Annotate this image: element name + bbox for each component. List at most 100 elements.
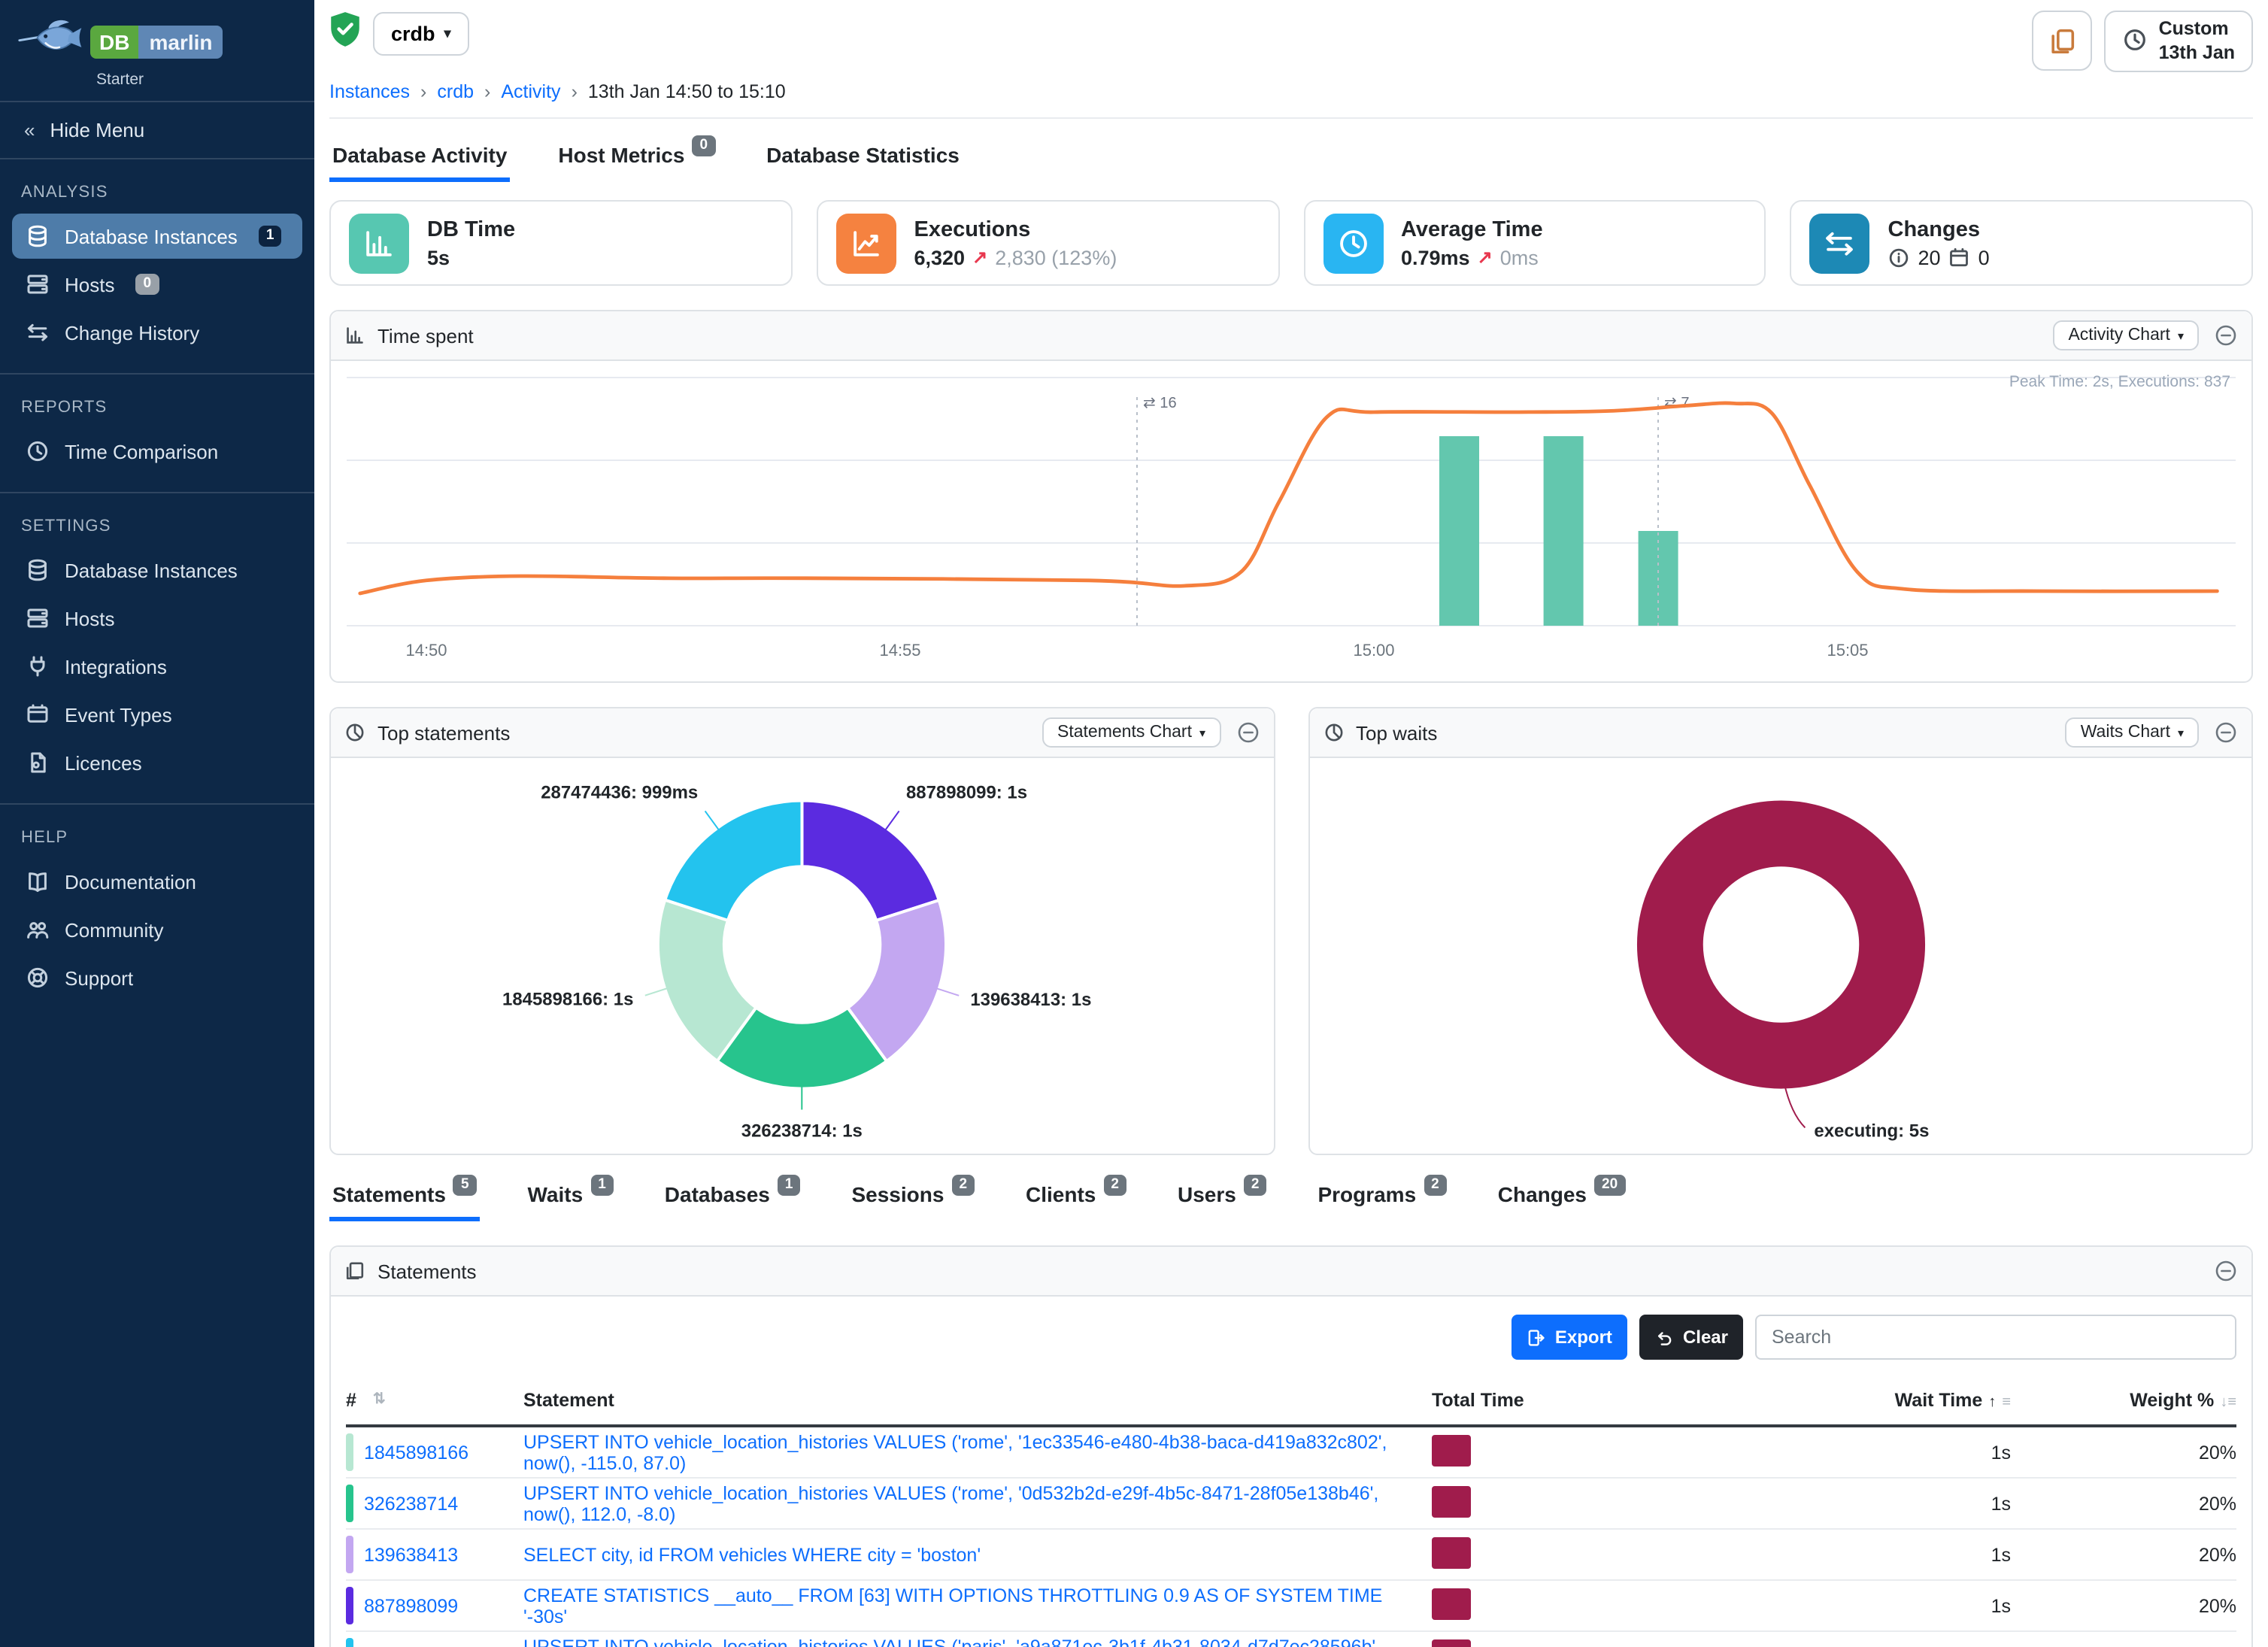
caret-down-icon: ▾ bbox=[2178, 329, 2184, 343]
statement-id-link[interactable]: 1845898166 bbox=[364, 1442, 468, 1463]
tab-database-activity[interactable]: Database Activity bbox=[329, 132, 510, 183]
statement-id-link[interactable]: 326238714 bbox=[364, 1494, 458, 1515]
trend-up-icon: ↗ bbox=[1478, 247, 1493, 268]
detail-tab-sessions[interactable]: Sessions2 bbox=[848, 1171, 978, 1222]
metric-title: Changes bbox=[1888, 218, 1990, 242]
weight-value: 20% bbox=[2011, 1596, 2236, 1617]
waits-chart-dropdown[interactable]: Waits Chart ▾ bbox=[2066, 718, 2199, 748]
collapse-icon[interactable] bbox=[2214, 324, 2238, 348]
statement-link[interactable]: UPSERT INTO vehicle_location_histories V… bbox=[523, 1483, 1378, 1525]
tab-label: Clients bbox=[1026, 1183, 1096, 1207]
collapse-icon[interactable] bbox=[1236, 721, 1260, 745]
sidebar-item-database-instances[interactable]: Database Instances1 bbox=[12, 214, 302, 259]
sidebar-section-settings: SETTINGSDatabase InstancesHostsIntegrati… bbox=[0, 492, 314, 803]
database-icon bbox=[26, 558, 50, 582]
metric-card-changes: Changes200 bbox=[1790, 201, 2254, 287]
sort-asc-icon[interactable]: ↑ bbox=[1988, 1394, 1996, 1411]
statement-link[interactable]: SELECT city, id FROM vehicles WHERE city… bbox=[523, 1545, 981, 1566]
pie-chart-icon bbox=[344, 723, 365, 744]
tab-database-statistics[interactable]: Database Statistics bbox=[763, 132, 963, 183]
executions-bar[interactable] bbox=[1439, 437, 1479, 626]
top-statements-donut[interactable]: 887898099: 1s139638413: 1s326238714: 1s1… bbox=[331, 759, 1273, 1154]
col-statement[interactable]: Statement bbox=[523, 1390, 1432, 1411]
time-spent-chart[interactable]: ⇄ 16⇄ 714:5014:5515:0015:05 bbox=[334, 371, 2248, 679]
sidebar-item-documentation[interactable]: Documentation bbox=[12, 859, 302, 904]
detail-tab-clients[interactable]: Clients2 bbox=[1023, 1171, 1129, 1222]
sidebar-section-help: HELPDocumentationCommunitySupport bbox=[0, 803, 314, 1018]
detail-tab-changes[interactable]: Changes20 bbox=[1495, 1171, 1628, 1222]
swap-icon bbox=[26, 320, 50, 344]
col-weight[interactable]: Weight % bbox=[2130, 1390, 2214, 1411]
wait-time-value: 1s bbox=[1657, 1545, 2011, 1566]
sidebar-item-integrations[interactable]: Integrations bbox=[12, 644, 302, 689]
chevrons-left-icon: « bbox=[24, 119, 35, 141]
collapse-icon[interactable] bbox=[2214, 1260, 2238, 1284]
executions-bar[interactable] bbox=[1544, 437, 1584, 626]
clear-button[interactable]: Clear bbox=[1639, 1315, 1743, 1360]
statement-color-chip bbox=[346, 1536, 353, 1574]
statement-link[interactable]: UPSERT INTO vehicle_location_histories V… bbox=[523, 1636, 1381, 1647]
statement-id-link[interactable]: 887898099 bbox=[364, 1596, 458, 1617]
detail-tab-databases[interactable]: Databases1 bbox=[662, 1171, 804, 1222]
instance-selector[interactable]: crdb ▾ bbox=[373, 11, 469, 55]
breadcrumb-item[interactable]: Activity bbox=[501, 82, 560, 103]
sidebar-item-event-types[interactable]: Event Types bbox=[12, 692, 302, 737]
sidebar-item-label: Integrations bbox=[65, 655, 167, 678]
sort-icon[interactable]: ⇅ bbox=[373, 1392, 386, 1409]
time-range-button[interactable]: Custom 13th Jan bbox=[2105, 11, 2253, 73]
breadcrumb-item[interactable]: crdb bbox=[437, 82, 474, 103]
donut-segment[interactable] bbox=[665, 801, 802, 921]
metric-card-executions: Executions6,320↗2,830 (123%) bbox=[817, 201, 1280, 287]
col-num[interactable]: # bbox=[346, 1390, 356, 1411]
sidebar-item-hosts[interactable]: Hosts bbox=[12, 596, 302, 641]
clock-icon bbox=[26, 439, 50, 463]
donut-row: Top statements Statements Chart ▾ 887898… bbox=[329, 684, 2253, 1156]
sidebar-item-licences[interactable]: Licences bbox=[12, 740, 302, 785]
count-badge: 0 bbox=[692, 136, 715, 156]
statements-chart-dropdown[interactable]: Statements Chart ▾ bbox=[1042, 718, 1220, 748]
sidebar-item-change-history[interactable]: Change History bbox=[12, 310, 302, 355]
col-total-time[interactable]: Total Time bbox=[1432, 1390, 1657, 1411]
donut-segment[interactable] bbox=[1669, 834, 1891, 1056]
statement-link[interactable]: UPSERT INTO vehicle_location_histories V… bbox=[523, 1432, 1387, 1474]
sidebar-item-support[interactable]: Support bbox=[12, 955, 302, 1000]
count-badge: 2 bbox=[1424, 1175, 1447, 1196]
hide-menu-button[interactable]: « Hide Menu bbox=[0, 102, 314, 159]
logo-block: DBmarlin Starter bbox=[0, 0, 314, 102]
detail-tab-programs[interactable]: Programs2 bbox=[1314, 1171, 1449, 1222]
detail-tab-users[interactable]: Users2 bbox=[1175, 1171, 1269, 1222]
detail-tabs: Statements5Waits1Databases1Sessions2Clie… bbox=[329, 1171, 2253, 1222]
table-header-row: #⇅ Statement Total Time Wait Time↑≡ Weig… bbox=[346, 1376, 2236, 1428]
statement-id-link[interactable]: 139638413 bbox=[364, 1545, 458, 1566]
statement-link[interactable]: CREATE STATISTICS __auto__ FROM [63] WIT… bbox=[523, 1585, 1382, 1627]
donut-label: 1845898166: 1s bbox=[502, 990, 633, 1010]
donut-segment[interactable] bbox=[802, 801, 939, 921]
copy-button[interactable] bbox=[2033, 11, 2093, 71]
tab-label: Statements bbox=[332, 1183, 446, 1207]
top-waits-donut[interactable]: executing: 5s bbox=[1309, 759, 2251, 1154]
collapse-icon[interactable] bbox=[2214, 721, 2238, 745]
sidebar-item-hosts[interactable]: Hosts0 bbox=[12, 262, 302, 307]
detail-tab-statements[interactable]: Statements 5 bbox=[329, 1171, 480, 1222]
clock-icon bbox=[1323, 214, 1383, 274]
table-row: 287474436UPSERT INTO vehicle_location_hi… bbox=[346, 1633, 2236, 1647]
count-badge: 5 bbox=[453, 1175, 477, 1196]
detail-tab-waits[interactable]: Waits1 bbox=[525, 1171, 617, 1222]
statement-color-chip bbox=[346, 1588, 353, 1625]
weight-value: 20% bbox=[2011, 1442, 2236, 1463]
sidebar-item-database-instances[interactable]: Database Instances bbox=[12, 547, 302, 593]
sidebar-item-community[interactable]: Community bbox=[12, 907, 302, 952]
sidebar-item-time-comparison[interactable]: Time Comparison bbox=[12, 429, 302, 474]
sort-icon[interactable]: ↓≡ bbox=[2220, 1394, 2236, 1411]
breadcrumb-item[interactable]: Instances bbox=[329, 82, 410, 103]
col-wait-time[interactable]: Wait Time bbox=[1895, 1390, 1983, 1411]
breadcrumb-separator: › bbox=[420, 82, 426, 103]
tab-label: Sessions bbox=[851, 1183, 944, 1207]
table-row: 887898099 CREATE STATISTICS __auto__ FROM… bbox=[346, 1582, 2236, 1633]
search-input[interactable] bbox=[1755, 1315, 2236, 1360]
top-statements-panel: Top statements Statements Chart ▾ 887898… bbox=[329, 708, 1275, 1156]
export-button[interactable]: Export bbox=[1511, 1315, 1627, 1360]
dbmarlin-app: DBmarlin Starter « Hide Menu ANALYSISDat… bbox=[0, 0, 2268, 1647]
activity-chart-dropdown[interactable]: Activity Chart ▾ bbox=[2053, 321, 2199, 351]
tab-host-metrics[interactable]: Host Metrics0 bbox=[555, 132, 718, 183]
